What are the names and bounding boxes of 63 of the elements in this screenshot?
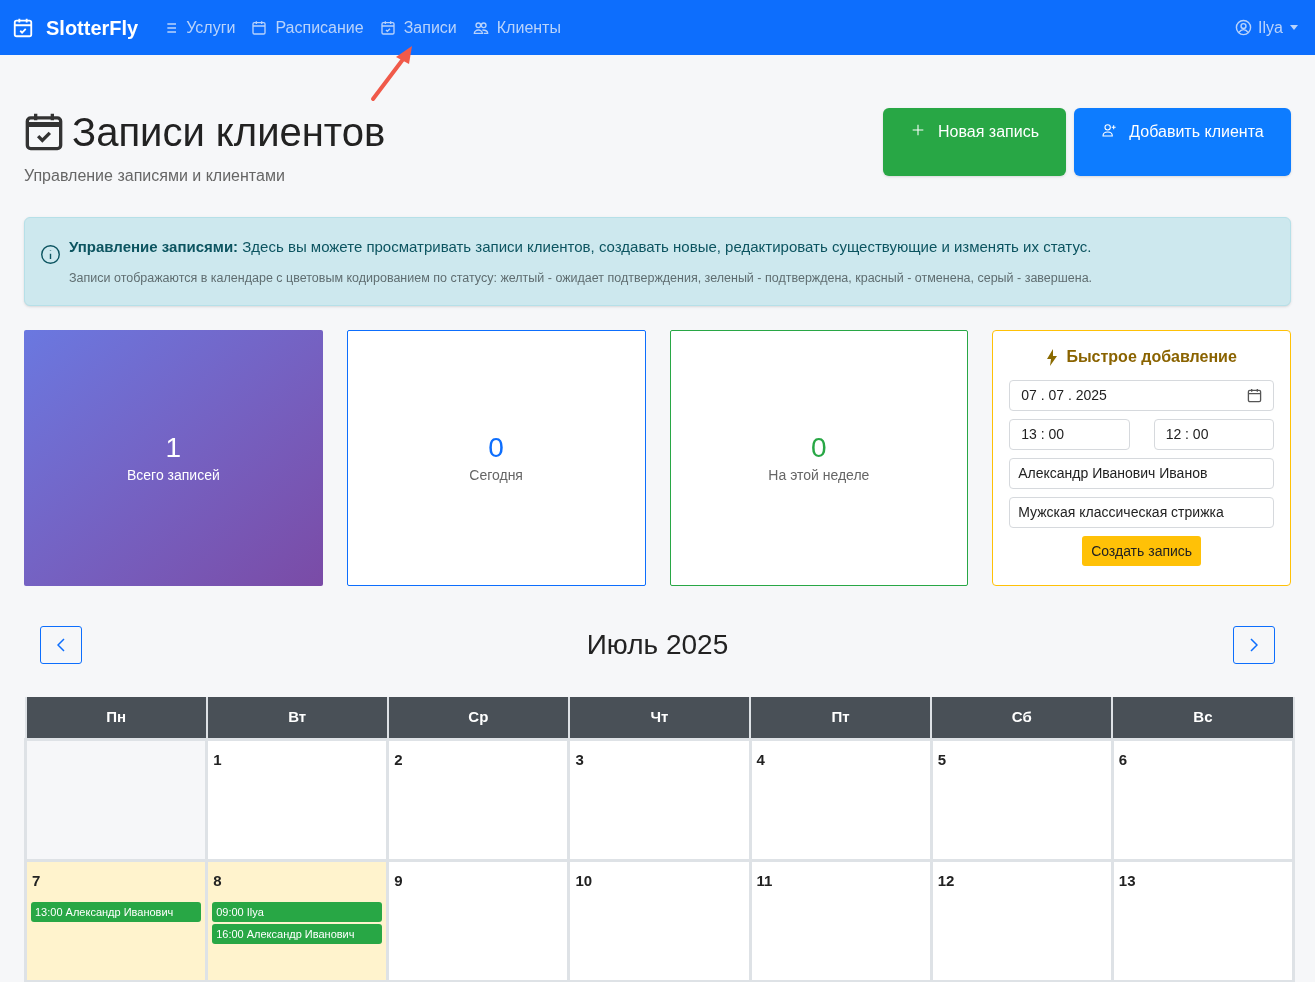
create-button[interactable]: Создать запись (1082, 536, 1202, 567)
day-number: 8 (212, 870, 222, 891)
chevron-left-icon (57, 638, 65, 653)
service-field[interactable]: Мужская классическая стрижка (1009, 497, 1274, 529)
day-number: 9 (393, 870, 403, 891)
day-number: 13 (1117, 870, 1136, 891)
next-month-button[interactable] (1233, 626, 1275, 665)
day-cell[interactable]: 6 (1112, 739, 1294, 861)
calendar-check-icon (379, 19, 396, 36)
calendar-check-icon (24, 112, 64, 152)
client-field[interactable]: Александр Иванович Иванов (1009, 458, 1274, 490)
day-number: 3 (574, 749, 584, 770)
prev-month-button[interactable] (40, 626, 82, 665)
day-number: 5 (936, 749, 947, 770)
alert-note: Записи отображаются в календаре с цветовым кодированием по статусу: желтый - ожидает подтверждения, зеленый - подтверждена, красный - отменена, серый - завершена. (69, 269, 1093, 287)
day-number: 12 (936, 870, 955, 891)
stat-label: На этой неделе (768, 465, 870, 485)
day-cell[interactable]: 2 (387, 739, 569, 861)
day-cell[interactable]: 12 (931, 860, 1113, 982)
plus-icon (910, 122, 926, 138)
user-circle-icon (1235, 19, 1253, 36)
day-number: 2 (393, 749, 403, 770)
brand-name[interactable]: SlotterFly (46, 12, 139, 43)
stat-label: Всего записей (126, 465, 220, 485)
info-icon (40, 244, 61, 265)
calendar-check-icon (12, 16, 34, 39)
highlighted-day-cell[interactable]: 7 13:00 Александр Иванович (25, 860, 207, 982)
day-cell[interactable] (25, 739, 207, 861)
day-number: 4 (755, 749, 765, 770)
date-field[interactable]: 07 . 07 . 2025 (1009, 380, 1274, 412)
lightning-icon (1046, 348, 1059, 366)
day-cell[interactable]: 10 (568, 860, 751, 982)
time-field[interactable]: 12 : 00 (1153, 419, 1274, 451)
day-number: 1 (212, 749, 222, 770)
quick-add-title: Быстрое добавление (1066, 347, 1237, 368)
annotation-arrow (369, 44, 415, 102)
day-cell[interactable]: 4 (750, 739, 932, 861)
user-plus-icon (1101, 122, 1118, 138)
stat-value: 0 (811, 430, 827, 465)
stat-label: Сегодня (469, 465, 523, 485)
alert-text: Управление записями: Здесь вы можете просматривать записи клиентов, создавать новые, редактировать существующие и изменять их статус. (69, 237, 1093, 257)
stat-value: 0 (488, 430, 504, 465)
calendar-icon (1247, 388, 1262, 404)
day-cell[interactable]: 9 (387, 860, 569, 982)
caret-icon (1289, 24, 1299, 31)
page-title: Записи клиентов (72, 109, 386, 156)
add-client-button[interactable]: Добавить клиента (1074, 108, 1291, 176)
page-subtitle: Управление записями и клиентами (24, 166, 286, 186)
month-title: Июль 2025 (585, 628, 730, 663)
day-cell[interactable]: 3 (568, 739, 751, 861)
chevron-right-icon (1250, 638, 1258, 653)
people-icon (472, 19, 489, 36)
day-number: 7 (31, 870, 41, 891)
time-field[interactable]: 13 : 00 (1009, 419, 1130, 451)
day-cell[interactable]: 1 (206, 739, 388, 861)
day-cell[interactable]: 13 (1112, 860, 1294, 982)
day-cell[interactable]: 11 (750, 860, 932, 982)
day-number: 6 (1117, 749, 1128, 770)
calendar-icon (251, 19, 268, 36)
day-number: 10 (574, 870, 593, 891)
stat-value: 1 (165, 430, 182, 465)
day-number: 11 (755, 870, 773, 891)
day-cell[interactable]: 5 (931, 739, 1113, 861)
